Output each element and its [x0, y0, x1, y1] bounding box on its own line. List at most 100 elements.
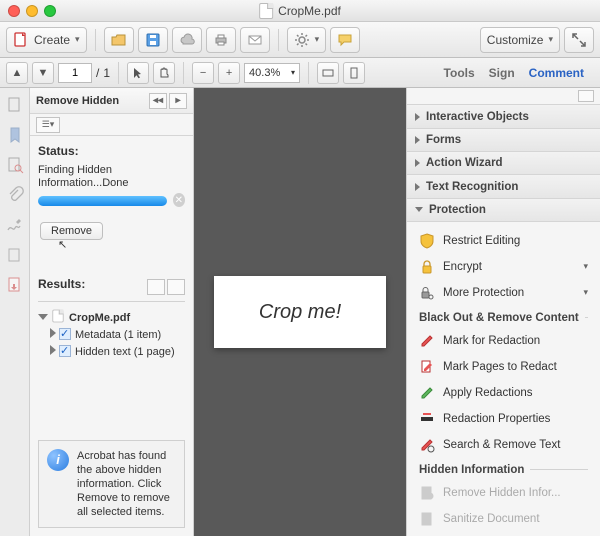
- folder-open-icon: [111, 32, 127, 48]
- fit-width-button[interactable]: [317, 62, 339, 84]
- search-remove-text-item[interactable]: Search & Remove Text: [411, 432, 596, 458]
- accordion-forms[interactable]: Forms: [407, 129, 600, 152]
- toolbar-separator: [278, 29, 279, 51]
- customize-button[interactable]: Customize▾: [480, 27, 560, 53]
- panel-header: Remove Hidden ◂◂ ▸: [30, 88, 193, 114]
- hidden-info-section-heading: Hidden Information: [411, 458, 596, 480]
- arrow-up-icon: ▲: [12, 67, 23, 79]
- save-button[interactable]: [138, 27, 168, 53]
- sanitize-icon: [419, 511, 435, 527]
- zoom-in-button[interactable]: +: [218, 62, 240, 84]
- chevron-right-icon: [415, 159, 420, 167]
- zoom-level-select[interactable]: 40.3%▾: [244, 63, 300, 83]
- fit-page-icon: [348, 67, 360, 79]
- settings-button[interactable]: ▾: [287, 27, 327, 53]
- redact-pages-icon: [419, 359, 435, 375]
- body-area: Remove Hidden ◂◂ ▸ ☰▾ Status: Finding Hi…: [0, 88, 600, 536]
- bookmarks-icon[interactable]: [6, 126, 24, 144]
- speech-bubble-icon: [337, 32, 353, 48]
- zoom-level-value: 40.3%: [249, 67, 280, 79]
- sign-tool-button[interactable]: [330, 27, 360, 53]
- minimize-window-button[interactable]: [26, 5, 38, 17]
- side-tabs: Tools Sign Comment: [444, 66, 594, 80]
- mouse-cursor-icon: ↖: [58, 238, 193, 251]
- apply-redactions-item[interactable]: Apply Redactions: [411, 380, 596, 406]
- panel-next-button[interactable]: ▸: [169, 93, 187, 109]
- hand-tool-button[interactable]: [153, 62, 175, 84]
- accordion-protection[interactable]: Protection: [407, 199, 600, 222]
- minus-icon: −: [200, 67, 206, 79]
- create-button[interactable]: Create ▾: [6, 27, 87, 53]
- info-icon: i: [47, 449, 69, 471]
- tree-item-hidden-text[interactable]: Hidden text (1 page): [38, 344, 185, 361]
- chevron-right-icon: [415, 113, 420, 121]
- lock-gear-icon: [419, 285, 435, 301]
- fullscreen-button[interactable]: [564, 27, 594, 53]
- page-number-input[interactable]: [58, 63, 92, 83]
- close-window-button[interactable]: [8, 5, 20, 17]
- prev-page-button[interactable]: ▲: [6, 62, 28, 84]
- restrict-editing-item[interactable]: Restrict Editing: [411, 228, 596, 254]
- mark-for-redaction-item[interactable]: Mark for Redaction: [411, 328, 596, 354]
- document-viewport[interactable]: Crop me!: [194, 88, 406, 536]
- more-protection-item[interactable]: More Protection ▾: [411, 280, 596, 306]
- signatures-icon[interactable]: [6, 216, 24, 234]
- blackout-section-heading: Black Out & Remove Content: [411, 306, 596, 328]
- select-tool-button[interactable]: [127, 62, 149, 84]
- search-redact-icon: [419, 437, 435, 453]
- cloud-button[interactable]: [172, 27, 202, 53]
- expand-all-button[interactable]: [147, 279, 165, 295]
- print-button[interactable]: [206, 27, 236, 53]
- search-panel-icon[interactable]: [6, 156, 24, 174]
- tools-pane-menu-button[interactable]: [578, 90, 594, 102]
- window-title: CropMe.pdf: [259, 3, 341, 19]
- fit-width-icon: [322, 67, 334, 79]
- accordion-interactive-objects[interactable]: Interactive Objects: [407, 105, 600, 128]
- encrypt-item[interactable]: Encrypt ▾: [411, 254, 596, 280]
- tree-item-metadata[interactable]: Metadata (1 item): [38, 327, 185, 344]
- redaction-properties-item[interactable]: Redaction Properties: [411, 406, 596, 432]
- cancel-scan-button[interactable]: ✕: [173, 193, 185, 207]
- tab-sign[interactable]: Sign: [489, 66, 515, 80]
- email-button[interactable]: [240, 27, 270, 53]
- status-text: Finding Hidden Information...Done: [38, 164, 185, 190]
- panel-prev-button[interactable]: ◂◂: [149, 93, 167, 109]
- zoom-window-button[interactable]: [44, 5, 56, 17]
- traffic-lights: [8, 5, 56, 17]
- accordion-text-recognition[interactable]: Text Recognition: [407, 175, 600, 198]
- checkbox-hidden-text[interactable]: [59, 345, 71, 357]
- pdf-file-icon: [259, 3, 273, 19]
- protection-section: Restrict Editing Encrypt ▾ More Protecti…: [407, 222, 600, 536]
- chevron-right-icon: [415, 183, 420, 191]
- printer-icon: [213, 32, 229, 48]
- tab-comment[interactable]: Comment: [529, 66, 584, 80]
- redact-properties-icon: [419, 411, 435, 427]
- fit-page-button[interactable]: [343, 62, 365, 84]
- open-button[interactable]: [104, 27, 134, 53]
- tools-pane: Interactive Objects Forms Action Wizard …: [406, 88, 600, 536]
- results-heading: Results:: [38, 277, 85, 291]
- accordion-action-wizard[interactable]: Action Wizard: [407, 152, 600, 175]
- shield-icon: [419, 233, 435, 249]
- export-pdf-icon[interactable]: [6, 276, 24, 294]
- mark-pages-redact-item[interactable]: Mark Pages to Redact: [411, 354, 596, 380]
- chevron-down-icon: [415, 207, 423, 212]
- tab-tools[interactable]: Tools: [444, 66, 475, 80]
- info-message-box: i Acrobat has found the above hidden inf…: [38, 440, 185, 528]
- collapse-all-button[interactable]: [167, 279, 185, 295]
- panel-options-button[interactable]: ☰▾: [36, 117, 60, 133]
- attachments-icon[interactable]: [6, 186, 24, 204]
- checkbox-metadata[interactable]: [59, 328, 71, 340]
- create-pdf-icon: [13, 32, 29, 48]
- envelope-icon: [247, 32, 263, 48]
- hand-icon: [158, 67, 170, 79]
- gear-icon: [294, 32, 310, 48]
- next-page-button[interactable]: ▼: [32, 62, 54, 84]
- toolbar-separator: [118, 62, 119, 84]
- tree-root[interactable]: CropMe.pdf: [38, 308, 185, 327]
- layers-icon[interactable]: [6, 246, 24, 264]
- progress-bar: [38, 196, 167, 206]
- cursor-arrow-icon: [132, 67, 144, 79]
- thumbnails-icon[interactable]: [6, 96, 24, 114]
- zoom-out-button[interactable]: −: [192, 62, 214, 84]
